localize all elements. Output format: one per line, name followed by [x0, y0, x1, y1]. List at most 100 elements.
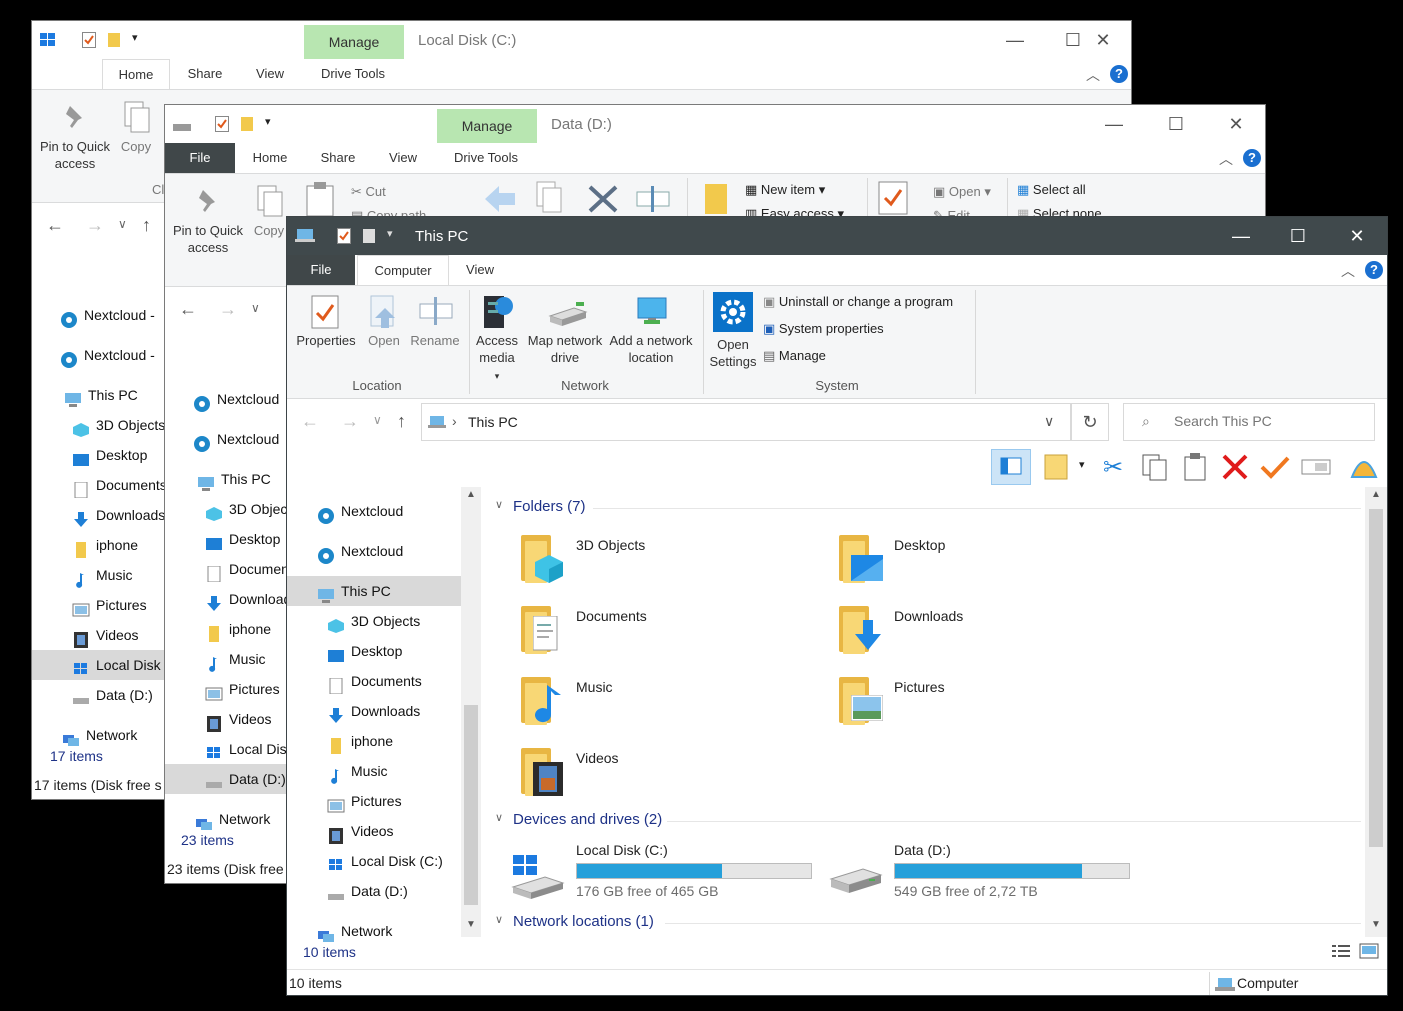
collapse-group-icon[interactable]: ∨ — [495, 811, 503, 824]
nav-pictures[interactable]: Pictures — [327, 786, 402, 816]
tab-home[interactable]: Home — [237, 143, 303, 173]
open-button[interactable]: ▣ Open ▾ — [933, 184, 991, 200]
address-bar[interactable]: › This PC ∨ — [421, 403, 1071, 441]
up-arrow-icon[interactable]: ↑ — [142, 215, 151, 236]
help-icon[interactable]: ? — [1365, 261, 1383, 279]
navigation-pane-toggle-icon[interactable] — [991, 449, 1031, 485]
tab-computer[interactable]: Computer — [357, 255, 449, 285]
tab-view[interactable]: View — [375, 143, 431, 173]
nav-music[interactable]: Music — [72, 560, 133, 590]
scroll-thumb[interactable] — [464, 705, 478, 905]
nav-iphone[interactable]: iphone — [327, 726, 393, 756]
maximize-icon[interactable]: ☐ — [1269, 217, 1327, 255]
nav-data-d[interactable]: Data (D:) — [72, 680, 153, 710]
dropdown-arrow-icon[interactable]: ▾ — [1079, 458, 1085, 471]
forward-arrow-icon[interactable]: → — [86, 215, 104, 236]
nav-nextcloud-2[interactable]: Nextcloud — [193, 424, 279, 454]
nav-3d-objects[interactable]: 3D Objects — [72, 410, 165, 440]
search-input[interactable] — [1172, 412, 1366, 430]
help-icon[interactable]: ? — [1243, 149, 1261, 167]
search-box[interactable]: ⌕ — [1123, 403, 1375, 441]
recent-chevron-icon[interactable]: ∨ — [118, 217, 127, 231]
select-all-button[interactable]: ▦ Select all — [1017, 182, 1086, 198]
network-group-header[interactable]: Network locations (1) — [513, 913, 654, 930]
uninstall-program-button[interactable]: ▣ Uninstall or change a program — [763, 294, 953, 310]
collapse-group-icon[interactable]: ∨ — [495, 498, 503, 511]
nav-3d-objects[interactable]: 3D Objects — [327, 606, 420, 636]
nav-desktop[interactable]: Desktop — [327, 636, 402, 666]
nav-videos[interactable]: Videos — [327, 816, 394, 846]
chevron-down-icon[interactable]: ▾ — [265, 115, 271, 128]
title-bar[interactable]: ▾ Manage Local Disk (C:) — ☐ ✕ — [32, 21, 1131, 59]
nav-network[interactable]: Network — [62, 720, 137, 750]
nav-3d-objects[interactable]: 3D Objects — [205, 494, 298, 524]
tab-view[interactable]: View — [453, 255, 507, 285]
minimize-icon[interactable]: — — [1085, 105, 1143, 143]
properties-button[interactable]: Properties — [293, 294, 359, 349]
back-arrow-icon[interactable]: ← — [46, 215, 64, 236]
chevron-down-icon[interactable]: ▾ — [132, 31, 138, 44]
nav-downloads[interactable]: Downloads — [327, 696, 420, 726]
help-icon[interactable]: ? — [1110, 65, 1128, 83]
scroll-down-icon[interactable]: ▼ — [1371, 919, 1381, 930]
delete-x-icon[interactable] — [1221, 453, 1249, 484]
refresh-button[interactable]: ↻ — [1071, 403, 1109, 441]
open-settings-button[interactable]: Open Settings — [705, 292, 761, 370]
tab-share[interactable]: Share — [310, 143, 366, 173]
nav-nextcloud-1[interactable]: Nextcloud - — [60, 300, 155, 330]
nav-local-disk[interactable]: Local Disk — [205, 734, 294, 764]
copy-icon[interactable] — [1141, 453, 1169, 484]
nav-music[interactable]: Music — [205, 644, 266, 674]
details-view-icon[interactable] — [1331, 943, 1351, 962]
tab-view[interactable]: View — [242, 59, 298, 89]
add-network-location-button[interactable]: Add a network location — [607, 294, 695, 366]
scroll-up-icon[interactable]: ▲ — [466, 489, 476, 500]
nav-local-disk[interactable]: Local Disk (C:) — [327, 846, 443, 876]
collapse-ribbon-icon[interactable]: ︿ — [1341, 261, 1355, 281]
map-network-drive-button[interactable]: Map network drive — [525, 294, 605, 366]
devices-group-header[interactable]: Devices and drives (2) — [513, 811, 662, 828]
nav-iphone[interactable]: iphone — [72, 530, 138, 560]
tab-home[interactable]: Home — [102, 59, 170, 89]
nav-this-pc[interactable]: This PC — [64, 380, 138, 410]
copy-button[interactable]: Copy — [116, 100, 156, 155]
recent-chevron-icon[interactable]: ∨ — [251, 301, 260, 315]
nav-desktop[interactable]: Desktop — [205, 524, 280, 554]
system-properties-button[interactable]: ▣ System properties — [763, 321, 884, 337]
properties-qa-icon[interactable] — [215, 116, 229, 135]
large-icons-view-icon[interactable] — [1359, 943, 1379, 962]
address-dropdown-icon[interactable]: ∨ — [1044, 413, 1054, 430]
collapse-ribbon-icon[interactable]: ︿ — [1219, 149, 1233, 169]
scroll-up-icon[interactable]: ▲ — [1371, 489, 1381, 500]
folders-group-header[interactable]: Folders (7) — [513, 498, 586, 515]
nav-network[interactable]: Network — [195, 804, 270, 834]
tab-drive-tools[interactable]: Drive Tools — [310, 59, 396, 89]
nav-data-d[interactable]: Data (D:) — [327, 876, 408, 906]
collapse-ribbon-icon[interactable]: ︿ — [1086, 65, 1100, 85]
cut-icon[interactable]: ✂ — [1103, 453, 1123, 482]
open-button[interactable]: Open — [363, 294, 405, 349]
properties-qa-icon[interactable] — [82, 32, 96, 51]
access-media-button[interactable]: Access media ▾ — [473, 294, 521, 385]
paste-icon[interactable] — [1183, 453, 1207, 484]
nav-pane-scrollbar[interactable]: ▲ ▼ — [461, 487, 481, 937]
nav-desktop[interactable]: Desktop — [72, 440, 147, 470]
nav-videos[interactable]: Videos — [205, 704, 272, 734]
nav-nextcloud-2[interactable]: Nextcloud — [317, 536, 403, 566]
properties-qa-icon[interactable] — [337, 228, 351, 247]
nav-nextcloud-1[interactable]: Nextcloud — [317, 496, 403, 526]
manage-button[interactable]: ▤ Manage — [763, 348, 826, 364]
up-arrow-icon[interactable]: ↑ — [397, 411, 406, 432]
close-icon[interactable]: ✕ — [1074, 21, 1131, 59]
title-bar[interactable]: ▾ Manage Data (D:) — ☐ ✕ — [165, 105, 1265, 143]
new-folder-qa-icon[interactable] — [363, 229, 375, 246]
scroll-thumb[interactable] — [1369, 509, 1383, 847]
nav-downloads[interactable]: Downloads — [205, 584, 298, 614]
nav-music[interactable]: Music — [327, 756, 388, 786]
pin-quick-access-button[interactable]: Pin to Quick access — [171, 184, 245, 256]
copy-button[interactable]: Copy — [249, 184, 289, 239]
content-scrollbar[interactable]: ▲ ▼ — [1365, 487, 1387, 937]
nav-network[interactable]: Network — [317, 916, 392, 946]
forward-arrow-icon[interactable]: → — [341, 411, 359, 432]
nav-iphone[interactable]: iphone — [205, 614, 271, 644]
